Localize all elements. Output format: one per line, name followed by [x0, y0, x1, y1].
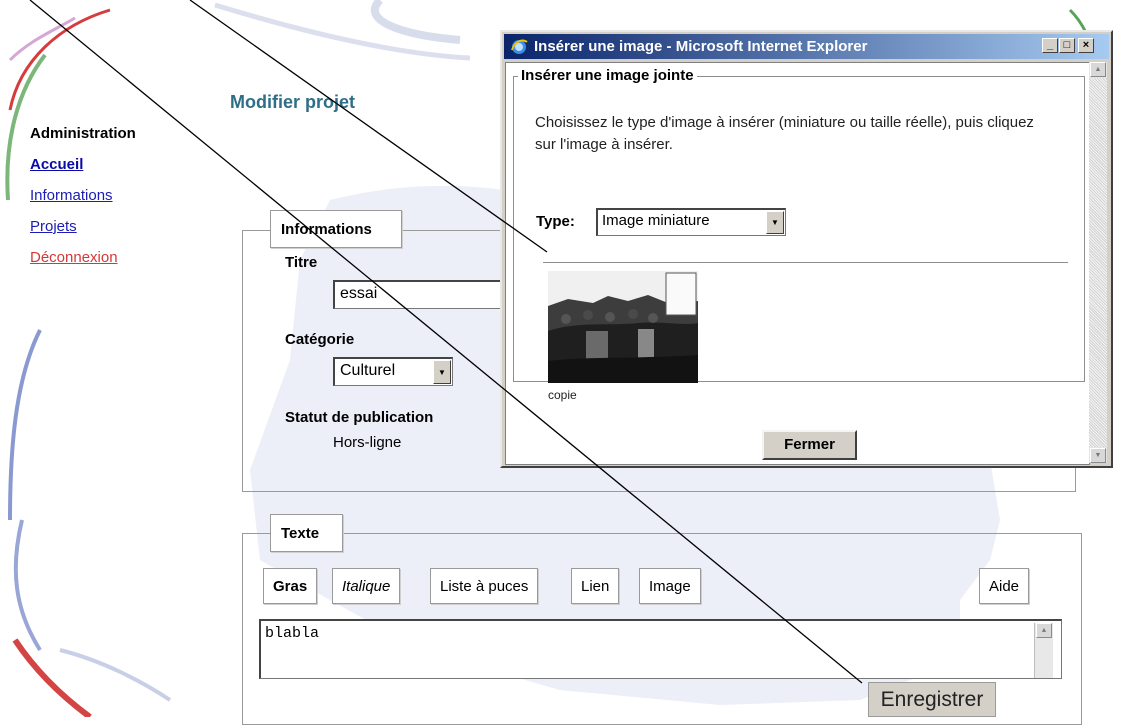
image-button[interactable]: Image [639, 568, 701, 604]
maximize-button[interactable]: □ [1059, 38, 1075, 53]
divider [543, 262, 1068, 263]
scroll-down-icon[interactable]: ▼ [1090, 448, 1106, 463]
page-title: Modifier projet [230, 92, 355, 112]
minimize-button[interactable]: _ [1042, 38, 1058, 53]
bold-button[interactable]: Gras [263, 568, 318, 604]
popup-content: Insérer une image jointe Choisissez le t… [505, 62, 1090, 465]
editor-scrollbar[interactable]: ▲ [1034, 623, 1053, 678]
sidebar-heading: Administration [30, 125, 136, 142]
sidebar-item-accueil[interactable]: Accueil [30, 149, 136, 180]
chevron-down-icon[interactable]: ▼ [433, 360, 451, 384]
help-button[interactable]: Aide [979, 568, 1030, 604]
category-select[interactable]: Culturel ▼ [333, 357, 453, 386]
close-button[interactable]: Fermer [762, 430, 857, 460]
instructions-text: Choisissez le type d'image à insérer (mi… [535, 114, 1034, 153]
sidebar-item-projets[interactable]: Projets [30, 211, 136, 242]
save-button[interactable]: Enregistrer [868, 682, 996, 717]
italic-button[interactable]: Italique [332, 568, 401, 604]
text-legend: Texte [270, 514, 343, 552]
window-titlebar[interactable]: Insérer une image - Microsoft Internet E… [504, 34, 1109, 59]
type-select-value: Image miniature [602, 212, 710, 229]
type-select[interactable]: Image miniature ▼ [596, 208, 786, 236]
title-label: Titre [285, 254, 318, 271]
scroll-up-icon[interactable]: ▲ [1090, 62, 1106, 77]
insert-image-legend: Insérer une image jointe [518, 67, 697, 84]
sidebar-item-informations[interactable]: Informations [30, 180, 136, 211]
sidebar-nav: Administration Accueil Informations Proj… [30, 118, 136, 273]
category-label: Catégorie [285, 331, 355, 348]
title-input[interactable]: essai [333, 280, 508, 309]
window-scrollbar[interactable]: ▲ ▼ [1089, 62, 1107, 463]
text-editor[interactable]: blabla ▲ [259, 619, 1062, 679]
scrollbar-track[interactable] [1089, 78, 1107, 447]
image-thumbnail[interactable] [548, 271, 698, 383]
info-legend: Informations [270, 210, 402, 248]
chevron-down-icon[interactable]: ▼ [766, 211, 784, 234]
window-title: Insérer une image - Microsoft Internet E… [534, 38, 868, 55]
bullet-list-button[interactable]: Liste à puces [430, 568, 539, 604]
status-value: Hors-ligne [333, 434, 402, 451]
text-editor-content: blabla [265, 625, 320, 642]
type-label: Type: [536, 213, 575, 230]
status-label: Statut de publication [285, 409, 434, 426]
category-select-value: Culturel [340, 362, 396, 379]
link-button[interactable]: Lien [571, 568, 620, 604]
ie-logo-icon [510, 38, 528, 59]
close-window-button[interactable]: × [1078, 38, 1094, 53]
insert-image-window: Insérer une image - Microsoft Internet E… [500, 30, 1113, 468]
thumbnail-caption: copie [548, 388, 577, 402]
sidebar-item-deconnexion[interactable]: Déconnexion [30, 242, 136, 273]
scroll-up-icon[interactable]: ▲ [1036, 623, 1052, 638]
